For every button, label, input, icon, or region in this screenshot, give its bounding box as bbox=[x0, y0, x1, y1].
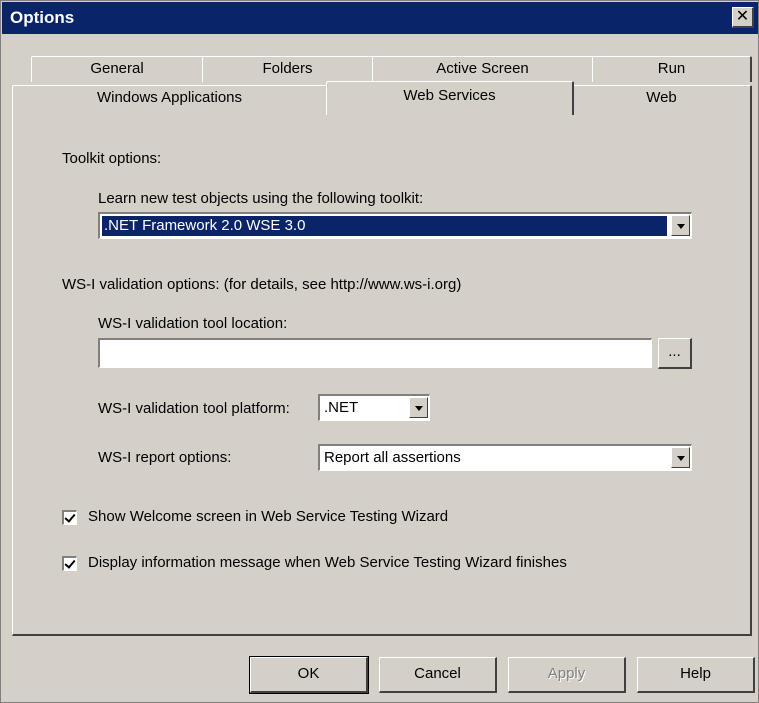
tab-web[interactable]: Web bbox=[572, 85, 752, 113]
wsi-location-label: WS-I validation tool location: bbox=[98, 315, 288, 332]
wsi-report-value: Report all assertions bbox=[324, 449, 461, 466]
wsi-options-label: WS-I validation options: (for details, s… bbox=[62, 276, 462, 293]
title-bar[interactable]: Options ✕ bbox=[2, 2, 758, 34]
chevron-down-icon[interactable] bbox=[671, 215, 690, 236]
show-welcome-label[interactable]: Show Welcome screen in Web Service Testi… bbox=[88, 508, 448, 525]
wsi-report-select[interactable]: Report all assertions bbox=[318, 444, 692, 471]
tab-label: Web Services bbox=[403, 87, 496, 104]
toolkit-select[interactable]: .NET Framework 2.0 WSE 3.0 bbox=[98, 212, 692, 239]
tab-label: General bbox=[90, 60, 144, 77]
tab-label: Windows Applications bbox=[96, 89, 243, 106]
toolkit-options-label: Toolkit options: bbox=[62, 150, 162, 167]
toolkit-selected-value: .NET Framework 2.0 WSE 3.0 bbox=[101, 215, 668, 237]
window-title: Options bbox=[10, 8, 75, 27]
wsi-platform-select[interactable]: .NET bbox=[318, 394, 430, 421]
tab-folders[interactable]: Folders bbox=[202, 56, 374, 82]
apply-button[interactable]: Apply bbox=[508, 657, 626, 693]
wsi-platform-label: WS-I validation tool platform: bbox=[98, 400, 290, 417]
tab-label: Active Screen bbox=[436, 60, 529, 77]
wsi-location-input[interactable] bbox=[98, 338, 652, 368]
options-dialog: Options ✕ General Folders Active Screen … bbox=[0, 0, 759, 703]
tab-run[interactable]: Run bbox=[592, 56, 752, 82]
close-button[interactable]: ✕ bbox=[732, 7, 754, 28]
tab-label: Web bbox=[646, 89, 677, 106]
tab-windows-applications[interactable]: Windows Applications bbox=[12, 85, 328, 113]
tab-label: Folders bbox=[262, 60, 313, 77]
show-welcome-checkbox[interactable] bbox=[62, 510, 77, 525]
cancel-button-label: Cancel bbox=[414, 665, 461, 682]
wsi-platform-value: .NET bbox=[324, 399, 359, 416]
cancel-button[interactable]: Cancel bbox=[379, 657, 497, 693]
help-button-label: Help bbox=[680, 665, 711, 682]
chevron-down-icon[interactable] bbox=[671, 447, 690, 468]
help-button[interactable]: Help bbox=[637, 657, 755, 693]
display-info-label[interactable]: Display information message when Web Ser… bbox=[88, 554, 567, 571]
ok-button-label: OK bbox=[297, 665, 320, 682]
chevron-down-icon[interactable] bbox=[409, 397, 428, 418]
display-info-checkbox[interactable] bbox=[62, 556, 77, 571]
apply-button-label: Apply bbox=[547, 665, 586, 682]
tab-active-screen[interactable]: Active Screen bbox=[372, 56, 594, 82]
wsi-report-label: WS-I report options: bbox=[98, 449, 232, 466]
tab-general[interactable]: General bbox=[31, 56, 204, 82]
browse-button-label: ... bbox=[668, 343, 681, 360]
tab-label: Run bbox=[657, 60, 686, 77]
toolkit-learn-label: Learn new test objects using the followi… bbox=[98, 190, 424, 207]
browse-button[interactable]: ... bbox=[658, 338, 692, 369]
ok-button[interactable]: OK bbox=[249, 656, 369, 694]
tab-web-services[interactable]: Web Services bbox=[326, 81, 574, 115]
close-icon: ✕ bbox=[735, 8, 750, 25]
